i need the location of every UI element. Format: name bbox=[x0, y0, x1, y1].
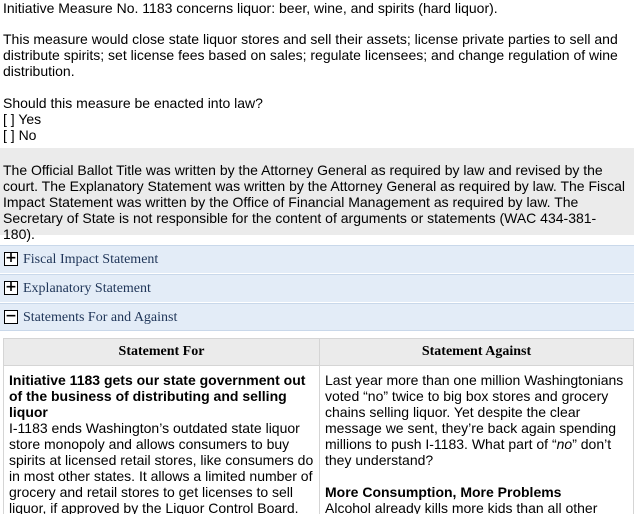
statements-table: Statement For Statement Against Initiati… bbox=[3, 338, 634, 514]
statement-for-body: I-1183 ends Washington’s outdated state … bbox=[9, 420, 314, 514]
statement-against-body-emphasis: no bbox=[556, 436, 573, 452]
statement-against-header: Statement Against bbox=[319, 338, 634, 366]
statement-for-heading: Initiative 1183 gets our state governmen… bbox=[9, 372, 306, 420]
option-yes-label: Yes bbox=[18, 111, 42, 127]
option-yes-box: [ ] bbox=[3, 111, 15, 127]
section-fiscal-impact[interactable]: + Fiscal Impact Statement bbox=[0, 245, 634, 273]
measure-caption: Initiative Measure No. 1183 concerns liq… bbox=[3, 0, 498, 16]
section-explanatory-label[interactable]: Explanatory Statement bbox=[23, 281, 151, 297]
statement-against-body: Last year more than one million Washingt… bbox=[325, 372, 628, 468]
statement-against-cell: Last year more than one million Washingt… bbox=[319, 365, 634, 514]
option-no: [ ] No bbox=[3, 127, 36, 143]
expand-plus-icon[interactable]: + bbox=[4, 251, 18, 266]
collapse-minus-icon[interactable]: − bbox=[4, 309, 18, 324]
section-fiscal-impact-label[interactable]: Fiscal Impact Statement bbox=[23, 252, 158, 268]
section-statements[interactable]: − Statements For and Against bbox=[0, 303, 634, 331]
statement-for-cell: Initiative 1183 gets our state governmen… bbox=[3, 365, 320, 514]
option-no-label: No bbox=[18, 127, 37, 143]
ballot-page: Initiative Measure No. 1183 concerns liq… bbox=[0, 0, 634, 514]
option-no-box: [ ] bbox=[3, 127, 15, 143]
measure-description: This measure would close state liquor st… bbox=[3, 31, 618, 79]
statement-against-heading: More Consumption, More Problems bbox=[325, 484, 562, 500]
official-note-text: The Official Ballot Title was written by… bbox=[3, 162, 626, 242]
section-explanatory[interactable]: + Explanatory Statement bbox=[0, 274, 634, 302]
expand-plus-icon[interactable]: + bbox=[4, 280, 18, 295]
section-statements-label[interactable]: Statements For and Against bbox=[23, 310, 177, 326]
official-note-panel: The Official Ballot Title was written by… bbox=[0, 148, 634, 242]
option-yes: [ ] Yes bbox=[3, 111, 41, 127]
statement-against-body-2: Alcohol already kills more kids than all… bbox=[325, 500, 598, 514]
measure-question: Should this measure be enacted into law? bbox=[3, 95, 263, 111]
statement-for-header: Statement For bbox=[3, 338, 320, 366]
